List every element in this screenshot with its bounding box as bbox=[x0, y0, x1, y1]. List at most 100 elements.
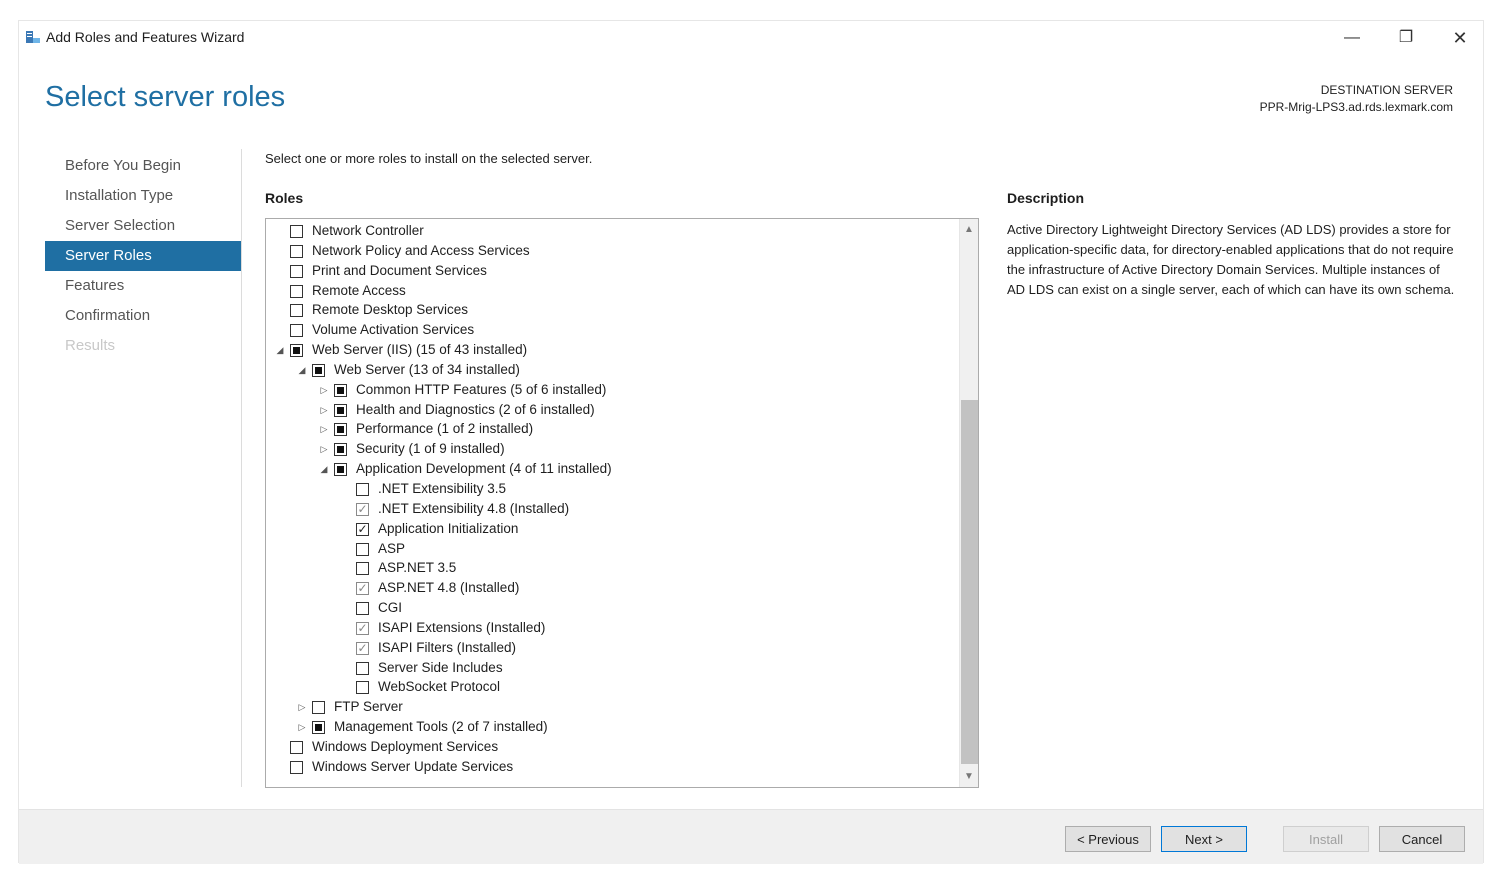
role-checkbox[interactable] bbox=[290, 264, 303, 278]
nav-confirmation[interactable]: Confirmation bbox=[45, 301, 241, 331]
role-row[interactable]: Remote Access bbox=[266, 282, 956, 302]
role-row[interactable]: ▷ FTP Server bbox=[266, 698, 956, 718]
collapse-arrow-icon[interactable]: ◢ bbox=[318, 460, 330, 479]
role-row[interactable]: ✓ .NET Extensibility 4.8 (Installed) bbox=[266, 500, 956, 520]
role-row[interactable]: WebSocket Protocol bbox=[266, 678, 956, 698]
role-row[interactable]: Network Controller bbox=[266, 222, 956, 242]
role-row[interactable]: ◢ Application Development (4 of 11 instal… bbox=[266, 460, 956, 480]
restore-icon[interactable]: ❐ bbox=[1383, 25, 1429, 51]
role-checkbox[interactable] bbox=[290, 244, 303, 258]
role-label: Health and Diagnostics (2 of 6 installed… bbox=[356, 401, 595, 417]
scroll-up-icon[interactable]: ▲ bbox=[960, 221, 978, 238]
role-row[interactable]: ▷ Performance (1 of 2 installed) bbox=[266, 420, 956, 440]
destination-server-label: DESTINATION SERVER bbox=[1320, 83, 1453, 97]
role-row[interactable]: Windows Deployment Services bbox=[266, 738, 956, 758]
role-label: ASP.NET 3.5 bbox=[378, 560, 457, 576]
scroll-thumb[interactable] bbox=[961, 400, 978, 764]
role-label: Performance (1 of 2 installed) bbox=[356, 421, 534, 437]
nav-server-roles[interactable]: Server Roles bbox=[45, 241, 241, 271]
role-row[interactable]: ▷ Management Tools (2 of 7 installed) bbox=[266, 718, 956, 738]
role-label: Web Server (IIS) (15 of 43 installed) bbox=[312, 342, 528, 358]
role-checkbox[interactable] bbox=[356, 602, 369, 616]
role-row[interactable]: Windows Server Update Services bbox=[266, 758, 956, 778]
page-title: Select server roles bbox=[45, 81, 286, 113]
role-checkbox[interactable] bbox=[290, 740, 303, 754]
role-row[interactable]: Remote Desktop Services bbox=[266, 301, 956, 321]
nav-before-you-begin[interactable]: Before You Begin bbox=[45, 151, 241, 181]
role-checkbox[interactable] bbox=[290, 304, 303, 318]
role-checkbox[interactable] bbox=[356, 542, 369, 556]
role-checkbox[interactable] bbox=[334, 403, 347, 417]
role-row[interactable]: Print and Document Services bbox=[266, 262, 956, 282]
expand-arrow-icon[interactable]: ▷ bbox=[296, 718, 308, 737]
role-row[interactable]: ◢ Web Server (IIS) (15 of 43 installed) bbox=[266, 341, 956, 361]
role-label: .NET Extensibility 3.5 bbox=[378, 480, 507, 496]
expand-arrow-icon[interactable]: ▷ bbox=[318, 381, 330, 400]
role-row[interactable]: ASP bbox=[266, 540, 956, 560]
role-row[interactable]: .NET Extensibility 3.5 bbox=[266, 480, 956, 500]
cancel-button[interactable]: Cancel bbox=[1379, 826, 1465, 852]
role-row[interactable]: ✓ ISAPI Extensions (Installed) bbox=[266, 619, 956, 639]
role-checkbox[interactable] bbox=[334, 383, 347, 397]
role-row[interactable]: ✓ ASP.NET 4.8 (Installed) bbox=[266, 579, 956, 599]
role-checkbox[interactable] bbox=[290, 760, 303, 774]
role-label: Web Server (13 of 34 installed) bbox=[334, 361, 520, 377]
role-checkbox[interactable] bbox=[290, 324, 303, 338]
role-checkbox: ✓ bbox=[356, 581, 369, 596]
role-row[interactable]: ASP.NET 3.5 bbox=[266, 559, 956, 579]
role-checkbox[interactable]: ✓ bbox=[356, 522, 369, 536]
role-row[interactable]: ▷ Security (1 of 9 installed) bbox=[266, 440, 956, 460]
role-checkbox[interactable] bbox=[312, 721, 325, 735]
collapse-arrow-icon[interactable]: ◢ bbox=[296, 361, 308, 380]
nav-server-selection[interactable]: Server Selection bbox=[45, 211, 241, 241]
wizard-window: Add Roles and Features Wizard — ❐ ✕ Sele… bbox=[18, 20, 1484, 864]
description-text: Active Directory Lightweight Directory S… bbox=[1007, 222, 1455, 297]
scroll-down-icon[interactable]: ▼ bbox=[960, 768, 978, 785]
role-row[interactable]: ✓ ISAPI Filters (Installed) bbox=[266, 639, 956, 659]
role-checkbox[interactable] bbox=[312, 363, 325, 377]
role-label: ISAPI Extensions (Installed) bbox=[378, 619, 546, 635]
role-checkbox[interactable] bbox=[290, 344, 303, 358]
role-checkbox[interactable] bbox=[356, 681, 369, 695]
role-row[interactable]: Volume Activation Services bbox=[266, 321, 956, 341]
expand-arrow-icon[interactable]: ▷ bbox=[318, 420, 330, 439]
role-label: FTP Server bbox=[334, 699, 403, 715]
role-row[interactable]: Server Side Includes bbox=[266, 659, 956, 679]
role-label: WebSocket Protocol bbox=[378, 679, 501, 695]
role-label: Server Side Includes bbox=[378, 659, 503, 675]
role-row[interactable]: ◢ Web Server (13 of 34 installed) bbox=[266, 361, 956, 381]
expand-arrow-icon[interactable]: ▷ bbox=[318, 440, 330, 459]
role-row[interactable]: Network Policy and Access Services bbox=[266, 242, 956, 262]
role-row[interactable]: ▷ Common HTTP Features (5 of 6 installed) bbox=[266, 381, 956, 401]
minimize-icon[interactable]: — bbox=[1329, 25, 1375, 51]
wizard-footer: < Previous Next > Install Cancel bbox=[19, 809, 1483, 864]
role-checkbox[interactable] bbox=[356, 661, 369, 675]
expand-arrow-icon[interactable]: ▷ bbox=[296, 698, 308, 717]
role-checkbox[interactable] bbox=[290, 225, 303, 238]
nav-features[interactable]: Features bbox=[45, 271, 241, 301]
role-row[interactable]: ▷ Health and Diagnostics (2 of 6 installe… bbox=[266, 401, 956, 421]
role-checkbox[interactable] bbox=[334, 423, 347, 437]
vertical-scrollbar[interactable]: ▲ ▼ bbox=[959, 219, 978, 787]
role-label: .NET Extensibility 4.8 (Installed) bbox=[378, 500, 570, 516]
role-checkbox[interactable] bbox=[290, 284, 303, 298]
role-row[interactable]: ✓ Application Initialization bbox=[266, 520, 956, 540]
nav-installation-type[interactable]: Installation Type bbox=[45, 181, 241, 211]
description-header: Description bbox=[1007, 190, 1085, 206]
role-checkbox[interactable] bbox=[356, 562, 369, 576]
role-checkbox[interactable] bbox=[356, 482, 369, 496]
role-checkbox: ✓ bbox=[356, 620, 369, 635]
role-row[interactable]: CGI bbox=[266, 599, 956, 619]
role-checkbox[interactable] bbox=[334, 443, 347, 457]
role-checkbox[interactable] bbox=[312, 701, 325, 715]
collapse-arrow-icon[interactable]: ◢ bbox=[274, 341, 286, 360]
previous-button[interactable]: < Previous bbox=[1065, 826, 1151, 852]
role-checkbox: ✓ bbox=[356, 501, 369, 516]
expand-arrow-icon[interactable]: ▷ bbox=[318, 401, 330, 420]
next-button[interactable]: Next > bbox=[1161, 826, 1247, 852]
role-label: Management Tools (2 of 7 installed) bbox=[334, 719, 548, 735]
role-label: Network Controller bbox=[312, 223, 424, 238]
close-icon[interactable]: ✕ bbox=[1437, 25, 1483, 51]
role-label: Security (1 of 9 installed) bbox=[356, 441, 505, 457]
role-checkbox[interactable] bbox=[334, 463, 347, 477]
